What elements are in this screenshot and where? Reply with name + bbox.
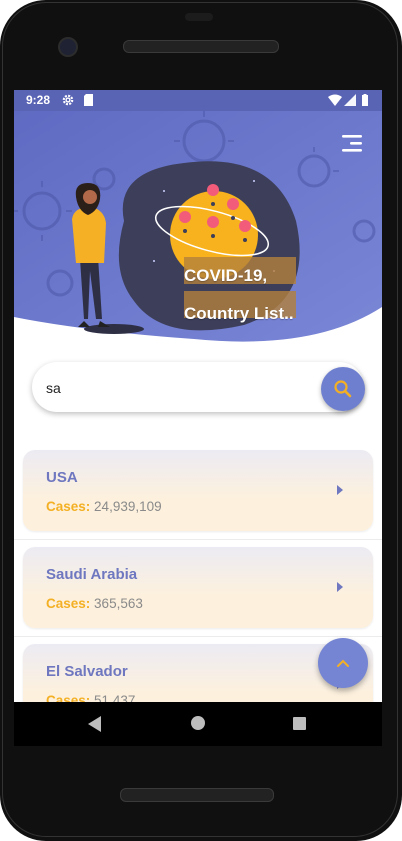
country-cases: Cases: 24,939,109: [46, 499, 162, 514]
chevron-up-icon: [337, 659, 349, 667]
search-button[interactable]: [321, 367, 365, 411]
title-line-2: Country List..: [184, 304, 294, 323]
phone-frame: 9:28 COVID-19, Country List.. sa USA Cas…: [0, 0, 402, 841]
title-line-1: COVID-19,: [184, 266, 268, 285]
navigation-bar: [14, 702, 382, 746]
scroll-top-button[interactable]: [318, 638, 368, 688]
country-name: USA: [46, 469, 78, 486]
cases-label: Cases:: [46, 499, 91, 514]
cases-value: 365,563: [94, 596, 143, 611]
back-icon[interactable]: [88, 716, 102, 732]
sd-card-icon: [84, 94, 93, 106]
app-screen: 9:28 COVID-19, Country List.. sa USA Cas…: [14, 90, 382, 702]
country-card[interactable]: Saudi Arabia Cases: 365,563: [23, 547, 373, 628]
status-icons: [328, 94, 368, 106]
country-cases: Cases: 365,563: [46, 596, 143, 611]
home-icon[interactable]: [191, 716, 205, 730]
battery-icon: [362, 95, 368, 106]
divider: [14, 539, 382, 540]
search-icon: [334, 380, 352, 398]
front-camera: [58, 37, 78, 57]
country-name: El Salvador: [46, 663, 128, 680]
header-banner: COVID-19, Country List..: [14, 111, 382, 343]
status-bar: 9:28: [14, 90, 382, 111]
country-card[interactable]: USA Cases: 24,939,109: [23, 450, 373, 531]
gear-icon: [62, 94, 74, 106]
cases-label: Cases:: [46, 693, 91, 702]
search-bar: [32, 362, 364, 412]
search-input[interactable]: [44, 374, 308, 402]
chevron-right-icon: [337, 582, 343, 592]
recents-icon[interactable]: [293, 717, 306, 730]
menu-icon[interactable]: [340, 133, 364, 153]
sensor: [185, 13, 213, 21]
cases-value: 51,437: [94, 693, 136, 702]
wifi-icon: [328, 94, 342, 106]
cases-value: 24,939,109: [94, 499, 162, 514]
country-cases: Cases: 51,437: [46, 693, 135, 702]
status-time: 9:28: [26, 93, 51, 107]
country-name: Saudi Arabia: [46, 566, 138, 583]
cases-label: Cases:: [46, 596, 91, 611]
divider: [14, 636, 382, 637]
signal-icon: [344, 94, 356, 106]
bottom-speaker: [120, 788, 274, 802]
top-speaker: [123, 40, 279, 53]
chevron-right-icon: [337, 485, 343, 495]
page-title: COVID-19, Country List..: [184, 261, 296, 331]
